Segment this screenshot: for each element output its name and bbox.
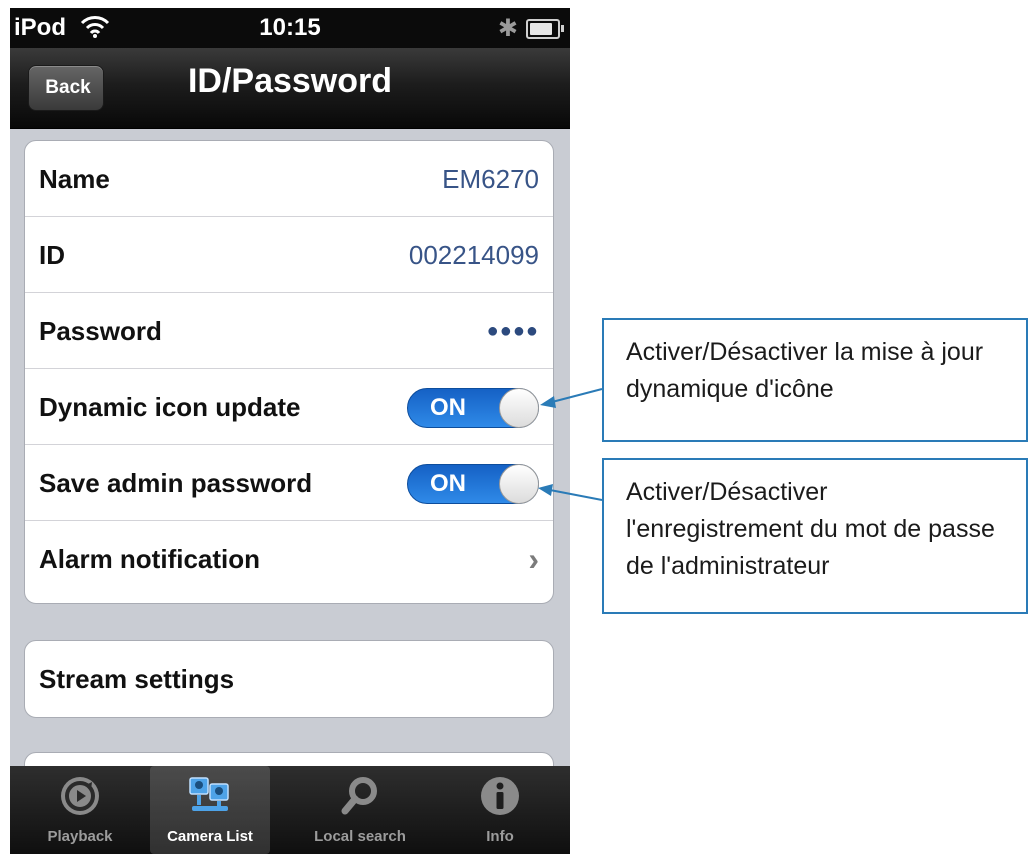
callout-arrow-dynamic-icon — [551, 388, 603, 403]
callout-save-admin-password: Activer/Désactiver l'enregistrement du m… — [602, 458, 1028, 614]
arrowhead-icon — [538, 484, 553, 496]
arrowhead-icon — [540, 396, 556, 408]
callout-dynamic-icon-update: Activer/Désactiver la mise à jour dynami… — [602, 318, 1028, 442]
callout-arrow-save-admin — [549, 489, 603, 501]
